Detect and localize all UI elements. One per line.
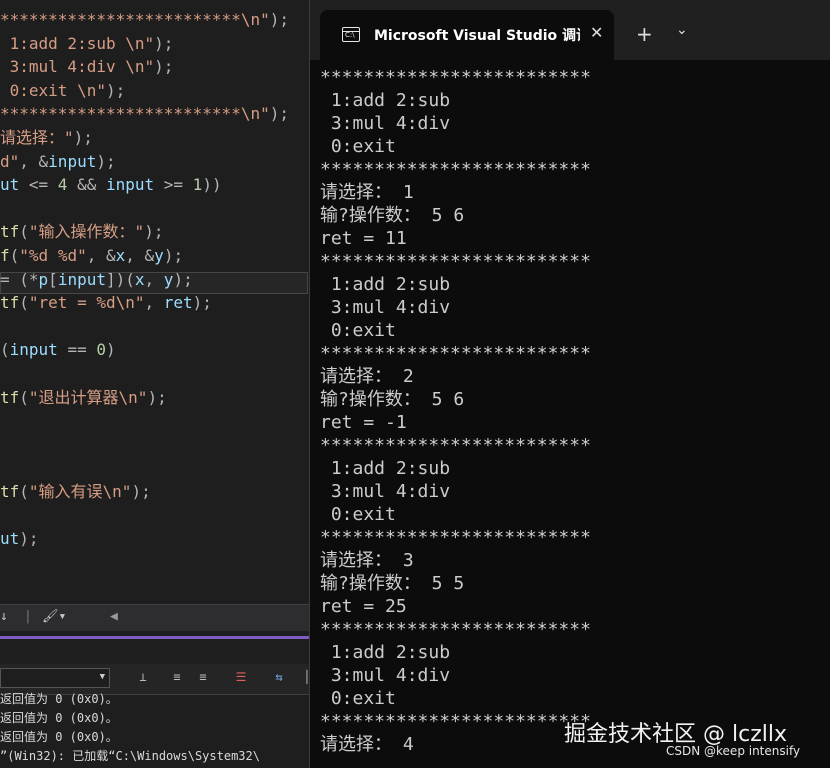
- terminal-line: 1:add 2:sub: [320, 274, 451, 295]
- code-line[interactable]: ut);: [0, 527, 39, 550]
- terminal-line: *************************: [320, 527, 591, 548]
- terminal-line: 1:add 2:sub: [320, 458, 451, 479]
- output-line: 返回值为 0 (0x0)。: [0, 692, 118, 706]
- console-window[interactable]: C:\ Microsoft Visual Studio 调试控制台 ✕ + ⌄ …: [309, 0, 830, 768]
- terminal-line: *************************: [320, 159, 591, 180]
- code-line[interactable]: d", &input);: [0, 150, 116, 173]
- clear-all-icon[interactable]: ☰: [232, 670, 250, 686]
- align-left-icon[interactable]: ≡: [168, 670, 186, 686]
- terminal-line: 1:add 2:sub: [320, 90, 451, 111]
- chevron-down-icon[interactable]: ⌄: [676, 22, 688, 38]
- terminal-line: 请选择： 1: [320, 182, 414, 203]
- align-right-icon[interactable]: ≡: [194, 670, 212, 686]
- output-source-select[interactable]: ▼: [0, 668, 110, 688]
- scroll-left-icon[interactable]: ◀: [110, 609, 118, 624]
- terminal-line: 输?操作数： 5 6: [320, 205, 465, 226]
- code-editor[interactable]: *************************\n"); 1:add 2:s…: [0, 0, 310, 768]
- terminal-output[interactable]: ************************* 1:add 2:sub 3:…: [320, 66, 825, 756]
- code-line[interactable]: tf("输入操作数：");: [0, 220, 163, 243]
- terminal-line: 1:add 2:sub: [320, 642, 451, 663]
- terminal-line: *************************: [320, 251, 591, 272]
- code-line[interactable]: = (*p[input])(x, y);: [0, 268, 193, 291]
- output-line: 返回值为 0 (0x0)。: [0, 711, 118, 725]
- terminal-tab[interactable]: C:\ Microsoft Visual Studio 调试控制台 ✕: [320, 10, 614, 60]
- code-line[interactable]: 0:exit \n");: [0, 79, 126, 102]
- terminal-line: 0:exit: [320, 688, 396, 709]
- terminal-line: ret = -1: [320, 412, 407, 433]
- brush-icon[interactable]: 🖌▾: [42, 609, 66, 624]
- terminal-line: *************************: [320, 619, 591, 640]
- code-line[interactable]: *************************\n");: [0, 8, 289, 31]
- code-line[interactable]: tf("输入有误\n");: [0, 480, 151, 503]
- code-line[interactable]: *************************\n");: [0, 102, 289, 125]
- tab-title: Microsoft Visual Studio 调试控制台: [374, 28, 580, 44]
- output-line: ”(Win32): 已加载“C:\Windows\System32\: [0, 749, 260, 763]
- terminal-line: 请选择： 2: [320, 366, 414, 387]
- terminal-title-bar: C:\ Microsoft Visual Studio 调试控制台 ✕ + ⌄: [310, 0, 830, 60]
- terminal-line: *************************: [320, 343, 591, 364]
- editor-status-toolbar: ↓ | 🖌▾ ◀: [0, 604, 310, 631]
- watermark-sub: CSDN @keep intensify: [666, 744, 801, 758]
- code-line[interactable]: 1:add 2:sub \n");: [0, 32, 174, 55]
- terminal-line: 输?操作数： 5 5: [320, 573, 465, 594]
- code-line[interactable]: (input == 0): [0, 338, 116, 361]
- terminal-line: 请选择： 3: [320, 550, 414, 571]
- word-wrap-icon[interactable]: ⇆: [270, 670, 288, 686]
- terminal-line: 3:mul 4:div: [320, 665, 451, 686]
- output-line: 返回值为 0 (0x0)。: [0, 730, 118, 744]
- terminal-line: ret = 25: [320, 596, 407, 617]
- close-tab-button[interactable]: ✕: [590, 23, 603, 42]
- scroll-marker-icon: ↓: [0, 609, 8, 624]
- console-icon: C:\: [342, 27, 360, 42]
- code-line[interactable]: tf("ret = %d\n", ret);: [0, 291, 212, 314]
- terminal-line: ret = 11: [320, 228, 407, 249]
- code-line[interactable]: f("%d %d", &x, &y);: [0, 244, 183, 267]
- code-line[interactable]: ut <= 4 && input >= 1)): [0, 173, 222, 196]
- find-icon[interactable]: ⊥: [134, 670, 152, 686]
- terminal-line: 0:exit: [320, 504, 396, 525]
- terminal-line: 3:mul 4:div: [320, 297, 451, 318]
- code-line[interactable]: 3:mul 4:div \n");: [0, 55, 174, 78]
- terminal-line: 输?操作数： 5 6: [320, 389, 465, 410]
- terminal-line: *************************: [320, 435, 591, 456]
- panel-divider: [0, 636, 310, 639]
- terminal-line: 3:mul 4:div: [320, 113, 451, 134]
- code-line[interactable]: tf("退出计算器\n");: [0, 386, 167, 409]
- output-pane: 返回值为 0 (0x0)。 返回值为 0 (0x0)。 返回值为 0 (0x0)。 ”…: [0, 690, 310, 768]
- terminal-line: 0:exit: [320, 136, 396, 157]
- terminal-line: 0:exit: [320, 320, 396, 341]
- new-tab-button[interactable]: +: [636, 22, 653, 46]
- terminal-line: *************************: [320, 67, 591, 88]
- code-line[interactable]: 请选择：");: [0, 126, 93, 149]
- terminal-line: 3:mul 4:div: [320, 481, 451, 502]
